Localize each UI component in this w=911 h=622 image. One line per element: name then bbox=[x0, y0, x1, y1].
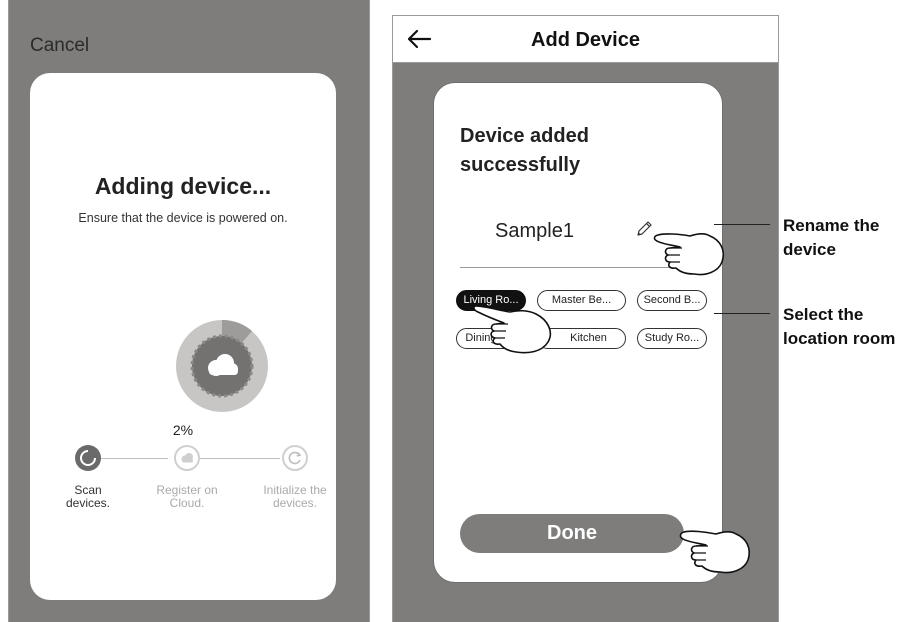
scan-step-label: Scan devices. bbox=[43, 484, 133, 510]
room-chip-second-bedroom[interactable]: Second B... bbox=[637, 290, 707, 311]
adding-title: Adding device... bbox=[94, 173, 272, 199]
rename-callout-line bbox=[714, 224, 770, 225]
progress-percentage: 2% bbox=[172, 422, 194, 438]
success-line: Device added bbox=[460, 125, 589, 147]
register-step-icon bbox=[174, 445, 200, 471]
device-name-field[interactable]: Sample1 bbox=[495, 220, 574, 243]
initialize-step-icon bbox=[282, 445, 308, 471]
initialize-step-label: Initialize the devices. bbox=[250, 484, 340, 510]
annotation-line: device bbox=[783, 240, 836, 259]
step-label-line: devices. bbox=[272, 496, 318, 510]
annotation-line: Rename the bbox=[783, 216, 880, 235]
done-button[interactable]: Done bbox=[460, 514, 684, 553]
success-message: Device added successfully bbox=[460, 122, 700, 180]
pointing-hand-icon bbox=[473, 305, 552, 354]
step-connector bbox=[200, 458, 280, 459]
select-room-annotation: Select the location room bbox=[783, 303, 895, 351]
adding-device-card: Adding device... Ensure that the device … bbox=[30, 73, 336, 600]
step-label-line: Cloud. bbox=[169, 496, 205, 510]
pointing-hand-icon bbox=[653, 232, 725, 276]
register-step-label: Register on Cloud. bbox=[142, 484, 232, 510]
annotation-line: Select the bbox=[783, 305, 864, 324]
scan-step-icon bbox=[75, 445, 101, 471]
select-room-callout-line bbox=[714, 313, 770, 314]
rename-annotation: Rename the device bbox=[783, 214, 879, 262]
step-label-line: devices. bbox=[65, 496, 111, 510]
room-chip-study-room[interactable]: Study Ro... bbox=[637, 328, 707, 349]
cancel-button[interactable]: Cancel bbox=[30, 35, 89, 57]
header-title: Add Device bbox=[531, 29, 640, 51]
pointing-hand-icon bbox=[679, 530, 751, 574]
success-line: successfully bbox=[460, 154, 581, 176]
annotation-line: location room bbox=[783, 329, 896, 348]
progress-ring bbox=[176, 320, 268, 412]
adding-subtitle: Ensure that the device is powered on. bbox=[78, 211, 288, 225]
